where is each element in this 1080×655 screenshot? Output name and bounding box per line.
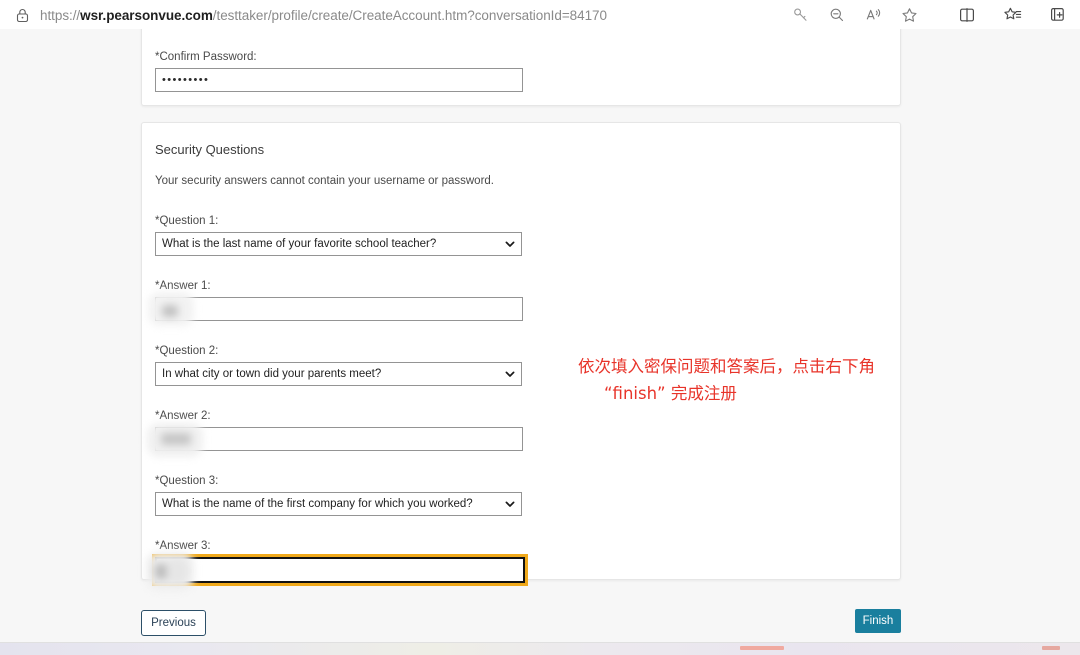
answer-1-wrap xyxy=(148,292,535,326)
browser-actions xyxy=(956,2,1068,28)
question-1-select[interactable]: What is the last name of your favorite s… xyxy=(155,232,522,256)
url-text[interactable]: https://wsr.pearsonvue.com/testtaker/pro… xyxy=(36,8,607,23)
taskbar-accent-right xyxy=(1042,646,1060,650)
question-3-value: What is the name of the first company fo… xyxy=(162,498,473,510)
password-key-icon[interactable] xyxy=(790,4,812,26)
answer-3-label: *Answer 3: xyxy=(155,540,211,552)
confirm-password-value: ••••••••• xyxy=(162,74,210,86)
taskbar-strip xyxy=(0,642,1080,655)
confirm-password-label: *Confirm Password: xyxy=(155,51,257,63)
taskbar-accent-left xyxy=(740,646,784,650)
url-scheme: https:// xyxy=(40,7,81,23)
browser-toolbar: https://wsr.pearsonvue.com/testtaker/pro… xyxy=(0,0,1080,29)
question-1-value: What is the last name of your favorite s… xyxy=(162,238,437,250)
answer-3-wrap xyxy=(146,552,535,590)
answer-2-input[interactable] xyxy=(155,427,523,451)
read-aloud-icon[interactable] xyxy=(862,4,884,26)
annotation-text: 依次填入密保问题和答案后，点击右下角 “finish” 完成注册 xyxy=(578,353,978,407)
question-group-3: *Question 3: What is the name of the fir… xyxy=(155,474,887,516)
omnibox-actions xyxy=(790,2,920,28)
page-viewport: *Confirm Password: ••••••••• Security Qu… xyxy=(0,29,1080,642)
question-group-1: *Question 1: What is the last name of yo… xyxy=(155,214,887,256)
answer-1-input[interactable] xyxy=(155,297,523,321)
previous-button[interactable]: Previous xyxy=(141,610,206,636)
collections-icon[interactable] xyxy=(1046,4,1068,26)
confirm-password-input[interactable]: ••••••••• xyxy=(155,68,523,92)
chevron-down-icon xyxy=(505,501,515,507)
question-3-label: *Question 3: xyxy=(155,475,219,487)
confirm-password-wrap: ••••••••• xyxy=(155,68,535,92)
chevron-down-icon xyxy=(505,371,515,377)
question-1-label: *Question 1: xyxy=(155,215,219,227)
answer-3-input[interactable] xyxy=(152,554,528,586)
security-questions-title: Security Questions xyxy=(155,142,265,157)
answer-2-label: *Answer 2: xyxy=(155,410,211,422)
chevron-down-icon xyxy=(505,241,515,247)
question-2-value: In what city or town did your parents me… xyxy=(162,368,382,380)
favorite-star-icon[interactable] xyxy=(898,4,920,26)
question-3-select[interactable]: What is the name of the first company fo… xyxy=(155,492,522,516)
answer-group-3: *Answer 3: xyxy=(146,539,887,590)
security-questions-card: Security Questions Your security answers… xyxy=(141,122,901,590)
address-bar[interactable]: https://wsr.pearsonvue.com/testtaker/pro… xyxy=(8,2,926,28)
question-2-select[interactable]: In what city or town did your parents me… xyxy=(155,362,522,386)
favorites-list-icon[interactable] xyxy=(1001,4,1023,26)
password-card: *Confirm Password: ••••••••• xyxy=(141,29,901,106)
url-path: /testtaker/profile/create/CreateAccount.… xyxy=(212,7,607,23)
zoom-out-icon[interactable] xyxy=(826,4,848,26)
answer-group-1: *Answer 1: xyxy=(148,279,887,326)
answer-group-2: *Answer 2: xyxy=(147,409,887,457)
split-screen-icon[interactable] xyxy=(956,4,978,26)
security-questions-note: Your security answers cannot contain you… xyxy=(155,175,494,187)
url-domain: wsr.pearsonvue.com xyxy=(80,7,213,23)
finish-button[interactable]: Finish xyxy=(855,609,901,633)
answer-2-wrap xyxy=(147,423,535,457)
annotation-line-2: “finish” 完成注册 xyxy=(604,384,737,403)
annotation-line-1: 依次填入密保问题和答案后，点击右下角 xyxy=(578,357,875,376)
answer-1-label: *Answer 1: xyxy=(155,280,211,292)
lock-icon[interactable] xyxy=(8,2,36,28)
browser-window: https://wsr.pearsonvue.com/testtaker/pro… xyxy=(0,0,1080,655)
